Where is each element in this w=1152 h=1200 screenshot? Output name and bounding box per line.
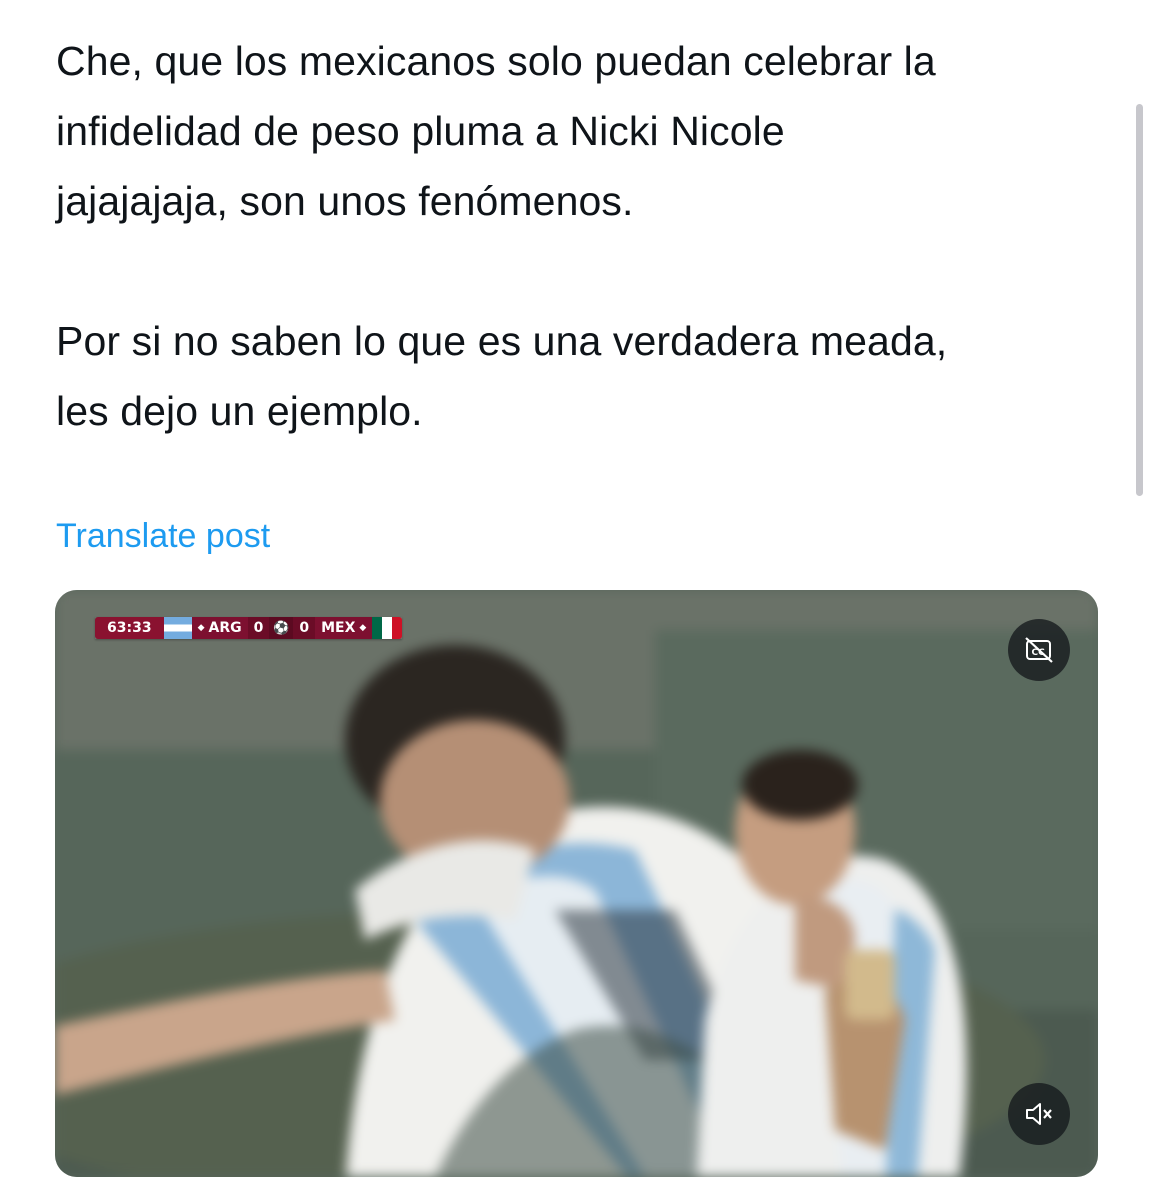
scrollbar[interactable] — [1136, 104, 1143, 496]
mute-button[interactable] — [1008, 1083, 1070, 1145]
scoreboard-away: MEX ◆ — [315, 617, 373, 639]
translate-post-link[interactable]: Translate post — [56, 514, 270, 558]
scoreboard: 63:33 ◆ ARG 0 ⚽ 0 MEX ◆ — [95, 617, 403, 639]
captions-button[interactable]: CC — [1008, 619, 1070, 681]
home-score: 0 — [247, 617, 270, 639]
home-team-name: ARG — [208, 620, 242, 636]
soccer-ball-icon: ⚽ — [269, 617, 294, 639]
video-frame — [55, 590, 1098, 1177]
diamond-icon: ◆ — [197, 623, 205, 633]
captions-off-icon: CC — [1025, 637, 1053, 663]
away-team-name: MEX — [321, 620, 356, 636]
video-player[interactable]: 63:33 ◆ ARG 0 ⚽ 0 MEX ◆ CC — [55, 590, 1098, 1177]
argentina-flag-icon — [163, 617, 192, 639]
post-text: Che, que los mexicanos solo puedan celeb… — [56, 38, 948, 434]
scoreboard-home: ◆ ARG — [191, 617, 248, 639]
away-score: 0 — [293, 617, 316, 639]
scoreboard-clock: 63:33 — [95, 617, 164, 639]
muted-speaker-icon — [1026, 1103, 1052, 1125]
diamond-icon: ◆ — [359, 623, 367, 633]
mexico-flag-icon — [372, 617, 403, 639]
